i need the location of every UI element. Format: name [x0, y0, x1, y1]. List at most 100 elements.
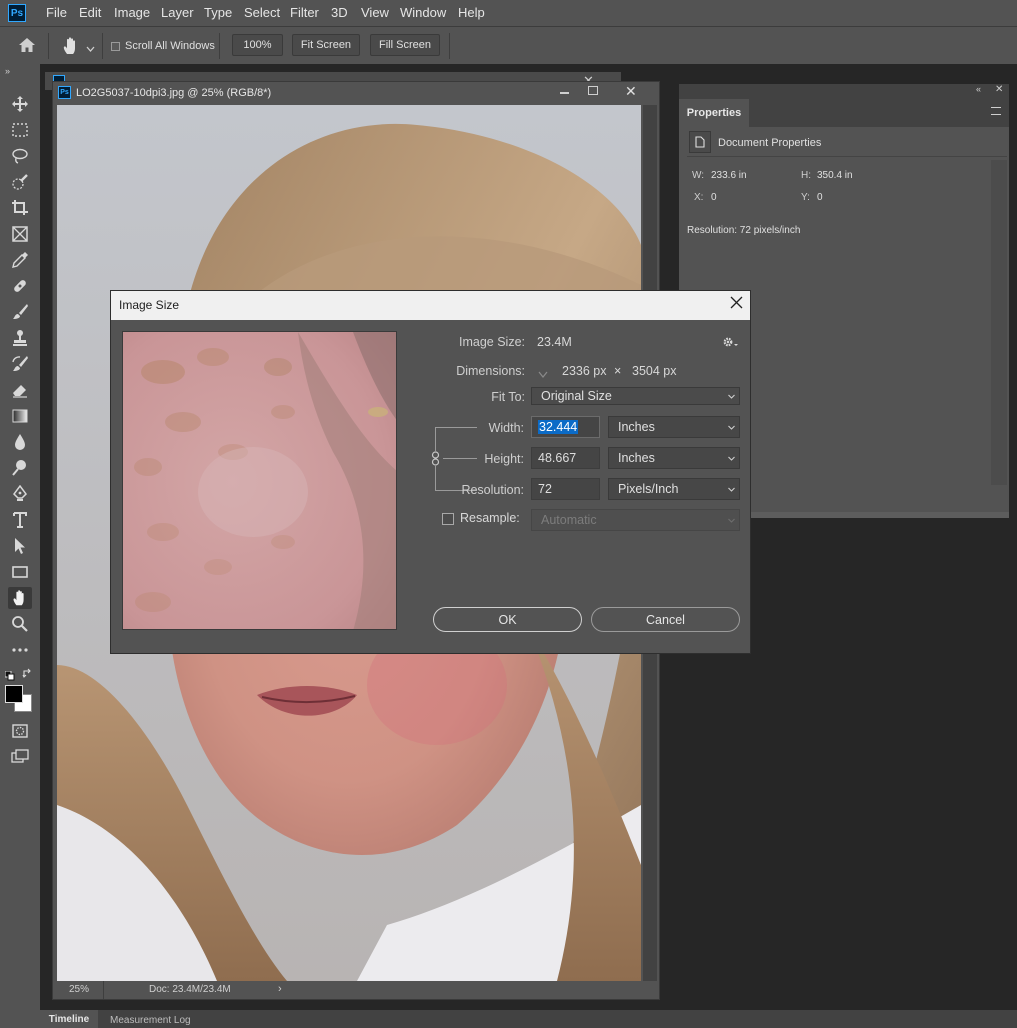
foreground-color-swatch[interactable] — [5, 685, 23, 703]
brush-tool-icon[interactable] — [8, 301, 32, 323]
swap-colors-icon[interactable] — [22, 668, 33, 682]
rectangle-tool-icon[interactable] — [8, 561, 32, 583]
dimension-height-px: 3504 px — [632, 364, 677, 378]
width-unit-select[interactable]: Inches — [608, 416, 740, 438]
width-label: Width: — [488, 421, 524, 435]
eraser-tool-icon[interactable] — [8, 379, 32, 401]
dialog-title-bar[interactable]: Image Size — [111, 291, 750, 320]
fill-screen-button[interactable]: Fill Screen — [370, 34, 440, 56]
chevron-down-icon[interactable] — [86, 41, 95, 55]
menu-filter[interactable]: Filter — [290, 5, 319, 20]
image-size-label: Image Size: — [458, 335, 525, 349]
fit-screen-button[interactable]: Fit Screen — [292, 34, 360, 56]
resolution-unit: Pixels/Inch — [618, 482, 679, 496]
document-title-bar[interactable]: Ps LO2G5037-10dpi3.jpg @ 25% (RGB/8*) ✕ — [53, 82, 659, 104]
frame-tool-icon[interactable] — [8, 223, 32, 245]
tab-properties[interactable]: Properties — [679, 99, 749, 127]
chevron-down-icon[interactable] — [538, 367, 548, 381]
document-properties-label: Document Properties — [718, 137, 822, 149]
menu-layer[interactable]: Layer — [161, 5, 194, 20]
height-input[interactable]: 48.667 — [531, 447, 600, 469]
menu-select[interactable]: Select — [244, 5, 280, 20]
tab-measurement-log[interactable]: Measurement Log — [110, 1015, 191, 1026]
menu-3d[interactable]: 3D — [331, 5, 348, 20]
photoshop-logo-icon: Ps — [8, 4, 26, 22]
properties-scrollbar[interactable] — [991, 160, 1007, 485]
default-colors-icon[interactable] — [4, 670, 15, 684]
bottom-panel-tabs: Timeline Measurement Log — [40, 1010, 1017, 1028]
path-selection-tool-icon[interactable] — [8, 535, 32, 557]
chevron-down-icon — [728, 425, 735, 430]
more-tools-icon[interactable] — [8, 639, 32, 661]
menu-type[interactable]: Type — [204, 5, 232, 20]
link-chain-icon[interactable] — [431, 451, 440, 466]
tab-timeline[interactable]: Timeline — [40, 1010, 98, 1028]
document-status-bar: 25% Doc: 23.4M/23.4M › — [57, 981, 641, 999]
zoom-level[interactable]: 25% — [69, 984, 89, 995]
chevron-down-icon — [728, 394, 735, 399]
image-size-dialog: Image Size Image Size: 23.4M Dimensions:… — [110, 290, 751, 654]
collapse-toolbar-icon[interactable]: » — [5, 66, 10, 76]
menu-edit[interactable]: Edit — [79, 5, 101, 20]
hand-tool-preset-icon[interactable] — [61, 36, 81, 59]
hand-tool-icon[interactable] — [8, 587, 32, 609]
lasso-tool-icon[interactable] — [8, 145, 32, 167]
resolution-unit-select[interactable]: Pixels/Inch — [608, 478, 740, 500]
properties-panel-header: « ✕ — [679, 84, 1009, 97]
type-tool-icon[interactable] — [8, 509, 32, 531]
ok-button[interactable]: OK — [433, 607, 582, 632]
menu-view[interactable]: View — [361, 5, 389, 20]
x-label: X: — [694, 192, 704, 203]
chevron-right-icon[interactable]: › — [278, 983, 282, 995]
tools-panel: » — [0, 64, 40, 1028]
width-unit: Inches — [618, 420, 655, 434]
blur-tool-icon[interactable] — [8, 431, 32, 453]
scroll-all-windows-checkbox[interactable] — [111, 42, 120, 51]
move-tool-icon[interactable] — [8, 93, 32, 115]
zoom-tool-icon[interactable] — [8, 613, 32, 635]
history-brush-tool-icon[interactable] — [8, 353, 32, 375]
pen-tool-icon[interactable] — [8, 483, 32, 505]
height-unit: Inches — [618, 451, 655, 465]
menu-image[interactable]: Image — [114, 5, 150, 20]
document-title: LO2G5037-10dpi3.jpg @ 25% (RGB/8*) — [76, 87, 272, 99]
minimize-icon[interactable] — [560, 92, 569, 94]
zoom-100-button[interactable]: 100% — [232, 34, 283, 56]
eyedropper-tool-icon[interactable] — [8, 249, 32, 271]
resample-checkbox[interactable] — [442, 513, 454, 525]
image-size-value: 23.4M — [537, 335, 572, 349]
crop-tool-icon[interactable] — [8, 197, 32, 219]
dialog-title: Image Size — [119, 298, 180, 312]
gradient-tool-icon[interactable] — [8, 405, 32, 427]
fit-to-select[interactable]: Original Size — [531, 387, 740, 405]
cancel-button[interactable]: Cancel — [591, 607, 740, 632]
gear-icon[interactable] — [722, 336, 738, 351]
width-input[interactable]: 32.444 — [531, 416, 600, 438]
menu-help[interactable]: Help — [458, 5, 485, 20]
scroll-all-windows-label: Scroll All Windows — [125, 40, 215, 52]
panel-menu-icon[interactable] — [991, 107, 1001, 115]
h-value: 350.4 in — [817, 170, 853, 181]
maximize-icon[interactable] — [588, 86, 598, 95]
quick-selection-tool-icon[interactable] — [8, 171, 32, 193]
height-unit-select[interactable]: Inches — [608, 447, 740, 469]
y-label: Y: — [801, 192, 810, 203]
document-size-info: Doc: 23.4M/23.4M — [149, 984, 231, 995]
height-label: Height: — [484, 452, 524, 466]
menu-file[interactable]: File — [46, 5, 67, 20]
screen-mode-icon[interactable] — [8, 746, 32, 768]
home-icon[interactable] — [18, 37, 36, 56]
healing-brush-tool-icon[interactable] — [8, 275, 32, 297]
dodge-tool-icon[interactable] — [8, 457, 32, 479]
image-preview[interactable] — [122, 331, 397, 630]
resample-select[interactable]: Automatic — [531, 509, 740, 531]
close-icon[interactable] — [730, 296, 743, 312]
close-panel-icon[interactable]: ✕ — [995, 84, 1003, 95]
collapse-panel-icon[interactable]: « — [976, 84, 981, 94]
resolution-input[interactable]: 72 — [531, 478, 600, 500]
close-icon[interactable]: ✕ — [625, 83, 637, 100]
quick-mask-icon[interactable] — [8, 720, 32, 742]
clone-stamp-tool-icon[interactable] — [8, 327, 32, 349]
marquee-tool-icon[interactable] — [8, 119, 32, 141]
menu-window[interactable]: Window — [400, 5, 446, 20]
